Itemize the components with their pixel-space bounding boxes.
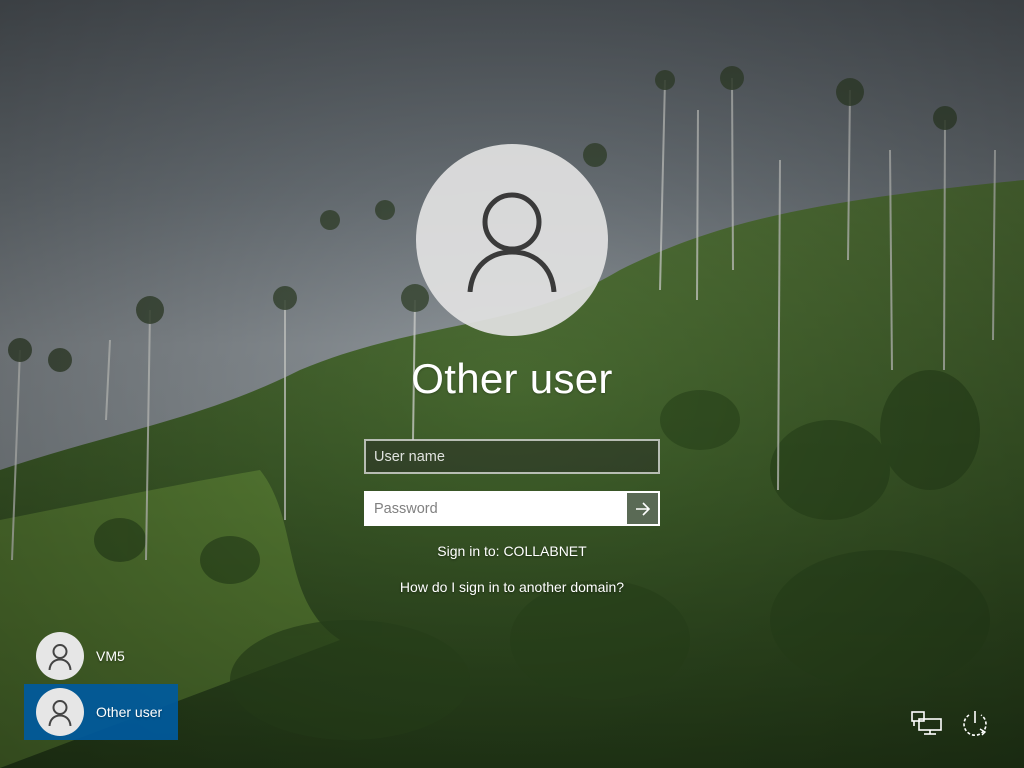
arrow-right-icon [635, 501, 650, 516]
selected-user-name: Other user [411, 355, 613, 402]
username-input[interactable] [364, 439, 660, 474]
network-button[interactable] [910, 706, 944, 740]
user-icon [48, 699, 72, 726]
user-tile-label: Other user [96, 704, 163, 720]
user-tile-label: VM5 [96, 648, 125, 664]
power-button[interactable] [958, 706, 992, 740]
user-tile-avatar [36, 632, 84, 680]
sign-in-domain-text: Sign in to: COLLABNET [437, 543, 587, 559]
power-icon [963, 711, 987, 736]
password-input[interactable] [366, 493, 627, 524]
user-icon [467, 192, 557, 292]
user-icon [48, 643, 72, 670]
network-icon [911, 711, 942, 735]
user-tile-other-user[interactable]: Other user [24, 684, 178, 740]
another-domain-link[interactable]: How do I sign in to another domain? [312, 579, 712, 595]
user-tile-vm5[interactable]: VM5 [24, 628, 178, 684]
password-field-group [364, 491, 660, 526]
user-tile-avatar [36, 688, 84, 736]
selected-user-avatar [416, 144, 608, 336]
submit-button[interactable] [627, 493, 658, 524]
